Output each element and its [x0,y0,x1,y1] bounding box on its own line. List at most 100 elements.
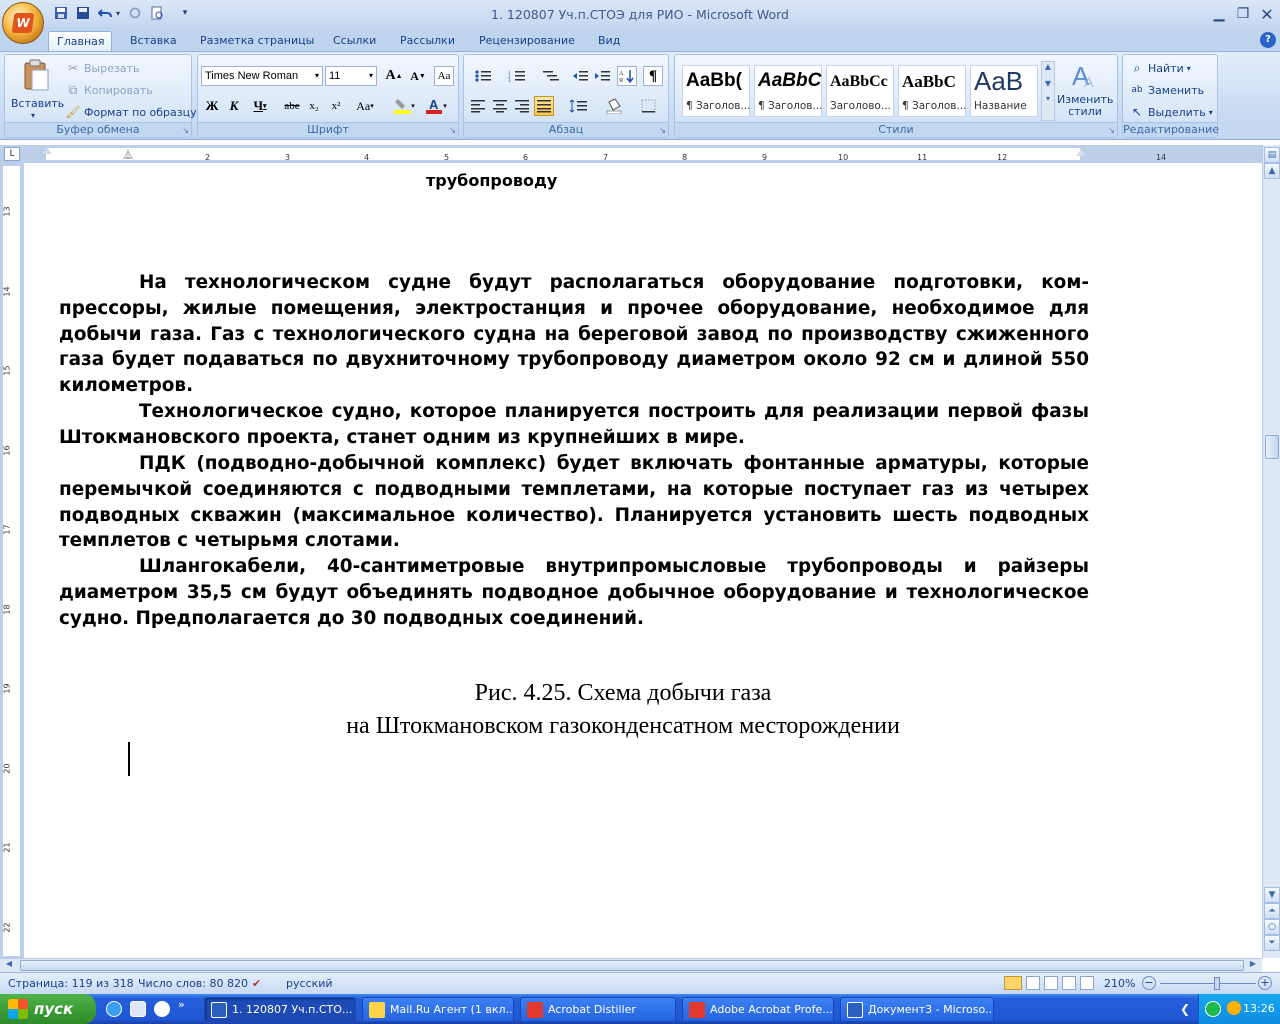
style-title[interactable]: AaB Название [970,65,1038,117]
web-layout-icon[interactable] [1044,976,1058,990]
align-right-button[interactable] [512,96,532,116]
cut-button[interactable]: ✂ Вырезать [65,60,140,76]
style-heading-3[interactable]: AaBbCc Заголово... [826,65,894,117]
taskbar-item-acrobat-distiller[interactable]: Acrobat Distiller [520,997,676,1022]
draft-view-icon[interactable] [1080,976,1094,990]
dialog-launcher-icon[interactable]: ↘ [659,126,666,135]
find-button[interactable]: ⌕ Найти ▾ [1129,60,1191,76]
clock[interactable]: 13:26 [1243,1002,1275,1015]
bullets-button[interactable] [468,66,498,86]
tab-review[interactable]: Рецензирование [471,31,583,52]
align-left-button[interactable] [468,96,488,116]
close-icon[interactable]: ✕ [1256,5,1278,24]
replace-button[interactable]: ab Заменить [1129,82,1204,98]
show-formatting-button[interactable]: ¶ [643,66,663,86]
font-name-select[interactable]: Times New Roman ▾ [201,66,323,86]
font-size-select[interactable]: 11 ▾ [325,66,377,86]
paste-button[interactable]: Вставить ▾ [9,57,64,121]
hanging-indent-marker[interactable]: ⏅ [123,146,133,161]
multilevel-list-button[interactable] [536,66,566,86]
office-button[interactable]: W [2,2,44,44]
help-icon[interactable]: ? [1260,32,1276,48]
justify-button[interactable] [534,96,554,116]
superscript-button[interactable]: x² [326,96,346,116]
bold-button[interactable]: Ж [202,96,222,116]
horizontal-scroll-thumb[interactable] [20,960,1244,971]
scroll-down-icon[interactable]: ▼ [1264,887,1280,903]
highlight-button[interactable]: ▾ [390,96,418,116]
tab-view[interactable]: Вид [590,31,628,52]
outline-view-icon[interactable] [1062,976,1076,990]
tab-selector-icon[interactable]: L [4,147,20,161]
vertical-scrollbar[interactable]: ▤ ▲ ▼ ⏶ ○ ⏷ [1262,145,1280,958]
subscript-button[interactable]: x₂ [304,96,324,116]
scroll-thumb[interactable] [1265,435,1279,459]
browse-object-icon[interactable]: ○ [1264,919,1280,935]
minimize-icon[interactable]: ▁ [1208,5,1230,23]
dialog-launcher-icon[interactable]: ↘ [449,126,456,135]
start-button[interactable]: пуск [0,994,96,1024]
horizontal-scrollbar[interactable]: ◀ ▶ [0,958,1262,972]
taskbar-item-word-document[interactable]: 1. 120807 Уч.п.СТО... [204,997,356,1022]
document-page[interactable]: трубопроводу На технологическом судне бу… [24,163,1262,959]
taskbar-item-document3[interactable]: Документ3 - Microso... [840,997,994,1022]
internet-explorer-icon[interactable] [106,1001,122,1017]
styles-scroll[interactable]: ▲ ▼ ▾ [1041,61,1055,121]
quick-launch-more-icon[interactable]: » [178,998,185,1011]
network-tray-icon[interactable] [1227,1001,1241,1015]
scroll-right-icon[interactable]: ▶ [1246,959,1260,972]
line-spacing-button[interactable] [564,96,594,116]
scroll-up-icon[interactable]: ▲ [1264,163,1280,179]
previous-page-icon[interactable]: ⏶ [1264,903,1280,919]
taskbar-item-adobe-acrobat[interactable]: Adobe Acrobat Profe... [682,997,834,1022]
ruler-toggle-icon[interactable]: ▤ [1264,147,1280,163]
zoom-slider-thumb[interactable] [1214,977,1220,990]
style-heading-2[interactable]: AaBbC ¶ Заголов... [754,65,822,117]
more-styles-icon[interactable]: ▾ [1042,94,1054,103]
spellcheck-icon[interactable]: ✔ [252,977,261,990]
restore-icon[interactable]: ❐ [1232,5,1254,23]
first-line-indent-marker[interactable] [42,147,52,154]
zoom-in-icon[interactable]: + [1258,976,1272,990]
underline-button[interactable]: Ч ▾ [246,96,274,116]
full-screen-reading-icon[interactable] [1026,976,1040,990]
page-indicator[interactable]: Страница: 119 из 318 [8,977,134,990]
show-desktop-icon[interactable] [130,1001,146,1017]
change-styles-button[interactable]: AA Изменить стили [1057,61,1113,123]
media-player-icon[interactable] [154,1001,170,1017]
scroll-down-icon[interactable]: ▼ [1042,79,1054,88]
right-indent-marker[interactable] [1076,149,1086,156]
next-page-icon[interactable]: ⏷ [1264,935,1280,951]
increase-indent-button[interactable] [592,66,612,86]
numbering-button[interactable]: 123 [502,66,532,86]
copy-button[interactable]: ⧉ Копировать [65,82,153,98]
horizontal-ruler[interactable]: L ⏅ 2 3 4 5 6 7 8 9 10 11 12 14 [0,145,1262,163]
vertical-ruler[interactable]: 13 14 15 16 17 18 19 20 21 22 [0,163,24,959]
word-count[interactable]: Число слов: 80 820 [138,977,248,990]
borders-button[interactable] [634,96,664,116]
decrease-indent-button[interactable] [570,66,590,86]
align-center-button[interactable] [490,96,510,116]
tab-insert[interactable]: Вставка [122,31,185,52]
dialog-launcher-icon[interactable]: ↘ [1108,126,1115,135]
sort-button[interactable]: AЯ [617,66,637,86]
tab-mailings[interactable]: Рассылки [392,31,463,52]
mail-agent-tray-icon[interactable] [1205,1001,1221,1017]
strikethrough-button[interactable]: abe [282,96,302,116]
style-heading-1[interactable]: AaBb( ¶ Заголов... [682,65,750,117]
dialog-launcher-icon[interactable]: ↘ [182,126,189,135]
grow-font-button[interactable]: A ▲ [384,66,404,86]
zoom-level[interactable]: 210% [1104,977,1135,990]
change-case-button[interactable]: Aa ▾ [350,96,380,116]
tab-references[interactable]: Ссылки [325,31,384,52]
scroll-up-icon[interactable]: ▲ [1042,62,1054,71]
italic-button[interactable]: К [224,96,244,116]
zoom-slider[interactable] [1160,983,1256,984]
tab-home[interactable]: Главная [48,31,112,52]
shading-button[interactable] [600,96,630,116]
style-heading-4[interactable]: AaBbC ¶ Заголов... [898,65,966,117]
zoom-out-icon[interactable]: − [1142,976,1156,990]
format-painter-button[interactable]: 🖌 Формат по образцу [65,104,196,120]
scroll-left-icon[interactable]: ◀ [2,959,16,972]
tab-page-layout[interactable]: Разметка страницы [192,31,322,52]
